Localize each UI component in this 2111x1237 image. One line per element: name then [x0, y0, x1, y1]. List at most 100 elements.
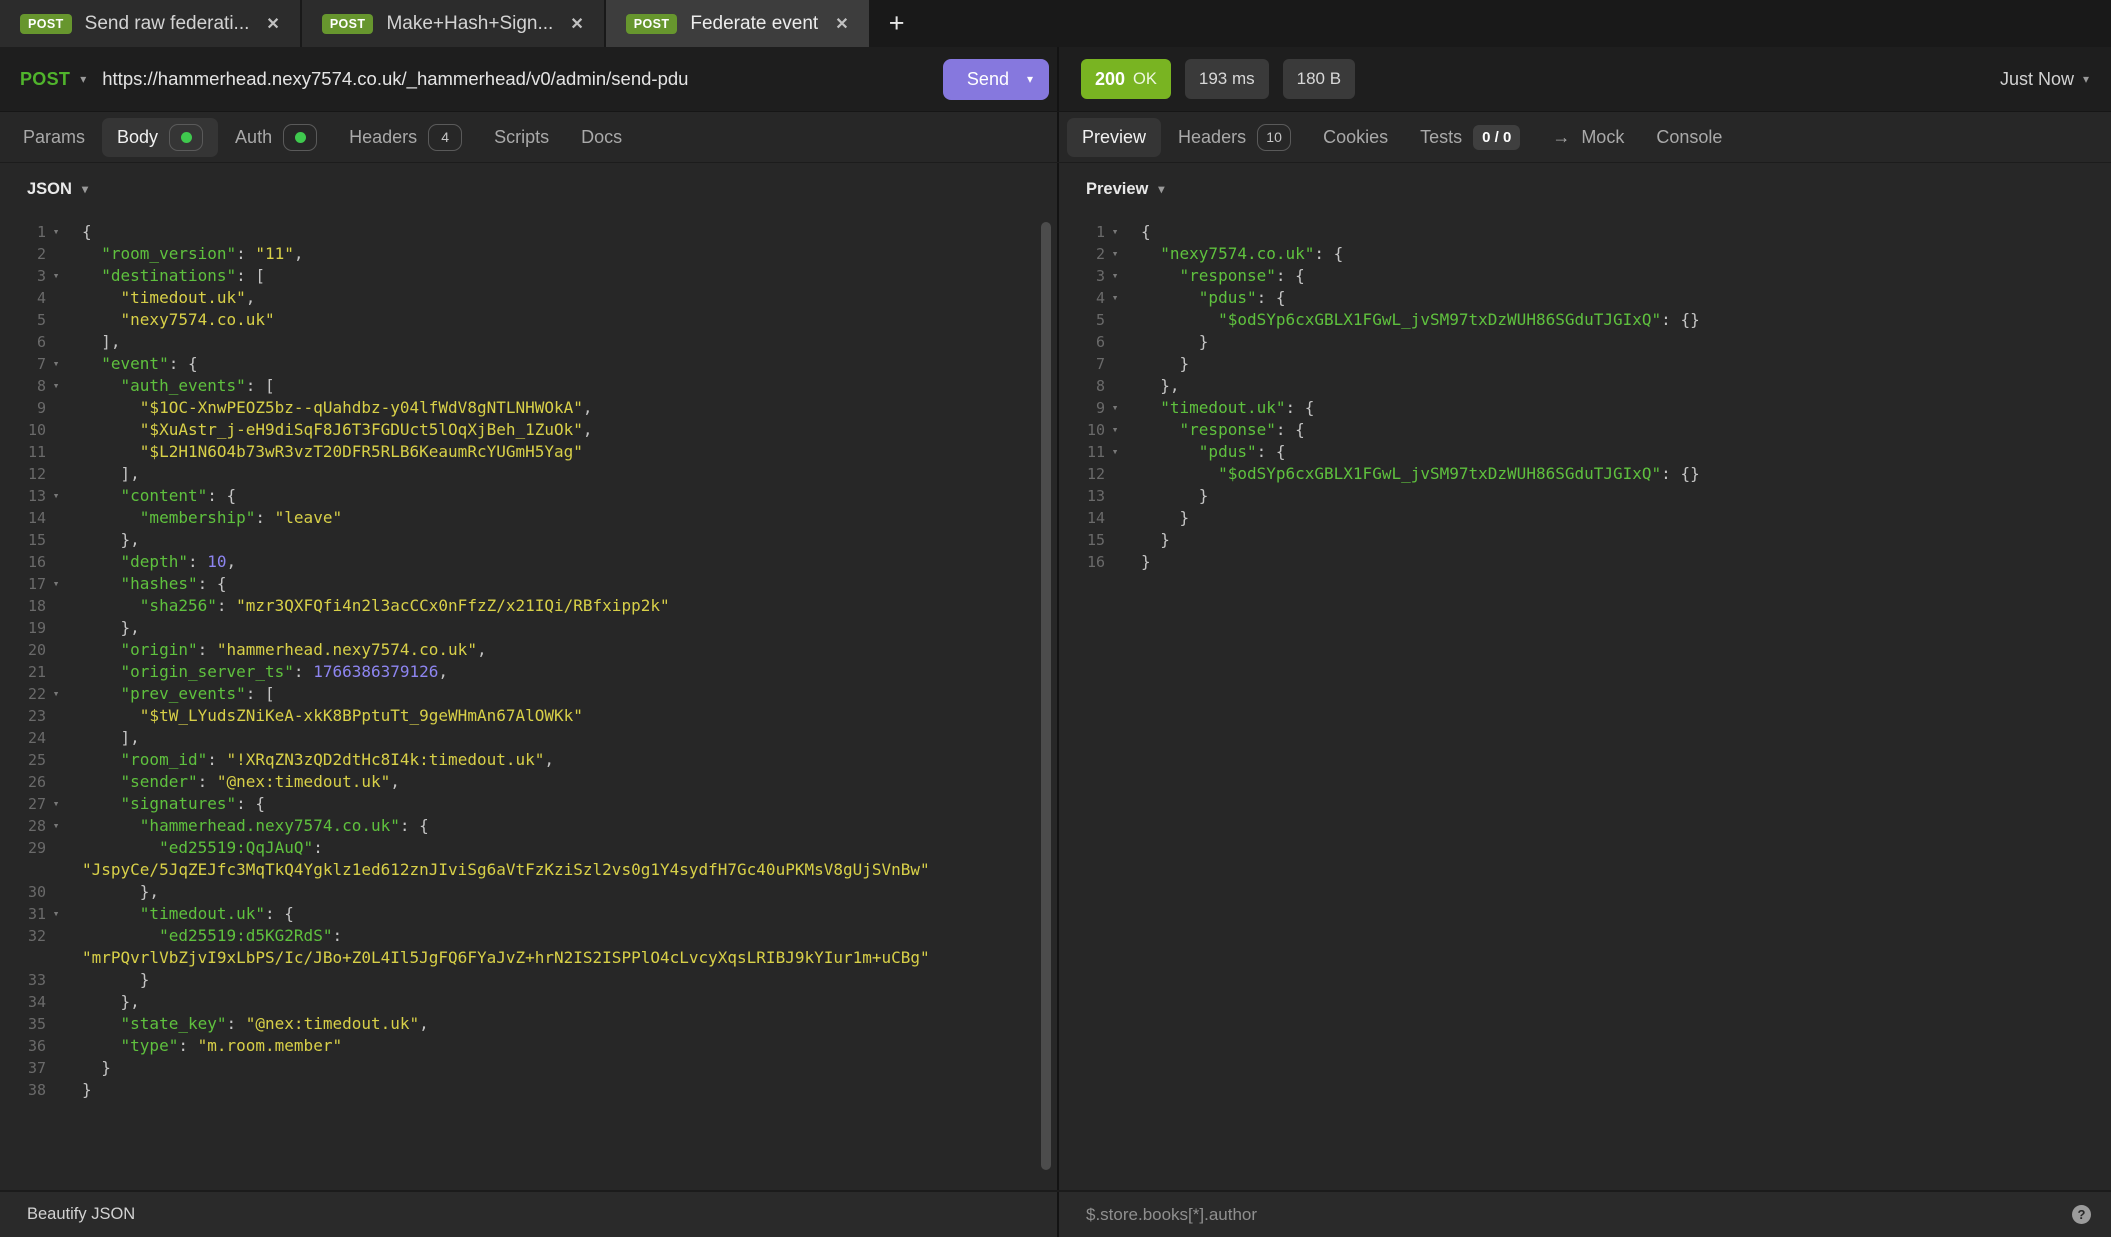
code-text: }: [1125, 529, 1170, 551]
code-line: 18 "sha256": "mzr3QXFQfi4n2l3acCCx0nFfzZ…: [0, 595, 1057, 617]
response-meta-bar: 200 OK 193 ms 180 B Just Now ▾: [1057, 47, 2111, 111]
fold-caret-icon[interactable]: ▾: [1105, 441, 1125, 463]
tab-cookies[interactable]: Cookies: [1308, 118, 1403, 157]
fold-caret-icon[interactable]: ▾: [1105, 287, 1125, 309]
code-line: 9▾ "timedout.uk": {: [1059, 397, 2111, 419]
code-text: "mrPQvrlVbZjvI9xLbPS/Ic/JBo+Z0L4Il5JgFQ6…: [66, 947, 930, 969]
green-dot-icon: [181, 132, 192, 143]
fold-caret-icon[interactable]: ▾: [46, 353, 66, 375]
preview-mode-select[interactable]: Preview ▾: [1086, 180, 1164, 199]
code-text: "type": "m.room.member": [66, 1035, 342, 1057]
response-preview-editor[interactable]: 1▾{2▾ "nexy7574.co.uk": {3▾ "response": …: [1057, 215, 2111, 1190]
code-line: 8▾ "auth_events": [: [0, 375, 1057, 397]
line-number: 3: [0, 265, 46, 287]
tab-docs[interactable]: Docs: [566, 118, 637, 157]
code-text: {: [66, 221, 92, 243]
fold-caret-icon[interactable]: ▾: [1105, 397, 1125, 419]
code-line: 9 "$1OC-XnwPEOZ5bz--qUahdbz-y04lfWdV8gNT…: [0, 397, 1057, 419]
line-number: 18: [0, 595, 46, 617]
fold-caret-icon[interactable]: ▾: [1105, 419, 1125, 441]
tab-scripts[interactable]: Scripts: [479, 118, 564, 157]
line-number: 11: [1059, 441, 1105, 463]
window-tab[interactable]: POSTSend raw federati...✕: [0, 0, 302, 47]
code-line: 19 },: [0, 617, 1057, 639]
code-line: 10 "$XuAstr_j-eH9diSqF8J6T3FGDUct5lOqXjB…: [0, 419, 1057, 441]
fold-caret-icon[interactable]: ▾: [46, 683, 66, 705]
tab-headers[interactable]: Headers4: [334, 118, 477, 157]
window-tab-strip: POSTSend raw federati...✕POSTMake+Hash+S…: [0, 0, 2111, 47]
code-text: "sender": "@nex:timedout.uk",: [66, 771, 400, 793]
code-text: "timedout.uk",: [66, 287, 255, 309]
method-select[interactable]: POST ▾: [20, 69, 86, 90]
window-tab[interactable]: POSTMake+Hash+Sign...✕: [302, 0, 606, 47]
code-line: 20 "origin": "hammerhead.nexy7574.co.uk"…: [0, 639, 1057, 661]
scrollbar[interactable]: [1041, 222, 1051, 1170]
code-text: "$L2H1N6O4b73wR3vzT20DFR5RLB6KeaumRcYUGm…: [66, 441, 583, 463]
fold-caret-icon[interactable]: ▾: [46, 793, 66, 815]
app-window: POSTSend raw federati...✕POSTMake+Hash+S…: [0, 0, 2111, 1237]
tab-body[interactable]: Body: [102, 118, 218, 157]
line-number: 11: [0, 441, 46, 463]
tab-auth[interactable]: Auth: [220, 118, 332, 157]
code-line: 12 ],: [0, 463, 1057, 485]
line-number: 16: [1059, 551, 1105, 573]
code-line: 3▾ "destinations": [: [0, 265, 1057, 287]
line-number: 33: [0, 969, 46, 991]
code-text: "room_id": "!XRqZN3zQD2dtHc8I4k:timedout…: [66, 749, 554, 771]
tab-preview[interactable]: Preview: [1067, 118, 1161, 157]
send-button[interactable]: Send ▾: [943, 59, 1049, 100]
code-line: 33 }: [0, 969, 1057, 991]
code-line: 15 },: [0, 529, 1057, 551]
fold-caret-icon[interactable]: ▾: [46, 815, 66, 837]
fold-caret-icon[interactable]: ▾: [1105, 243, 1125, 265]
code-text: }: [1125, 353, 1189, 375]
code-line: 4 "timedout.uk",: [0, 287, 1057, 309]
request-tab-bar: ParamsBodyAuthHeaders4ScriptsDocs: [0, 112, 1057, 162]
response-history-dropdown[interactable]: Just Now ▾: [2000, 69, 2089, 90]
tab-label: Cookies: [1323, 127, 1388, 148]
beautify-json-button[interactable]: Beautify JSON: [27, 1205, 135, 1224]
new-tab-button[interactable]: +: [871, 0, 923, 47]
code-text: }: [1125, 485, 1208, 507]
tab-mock[interactable]: →Mock: [1537, 118, 1639, 157]
body-type-select[interactable]: JSON ▾: [27, 180, 88, 199]
code-text: "content": {: [66, 485, 236, 507]
fold-caret-icon[interactable]: ▾: [46, 903, 66, 925]
tab-headers[interactable]: Headers10: [1163, 118, 1306, 157]
close-tab-icon[interactable]: ✕: [570, 14, 583, 34]
code-line: 35 "state_key": "@nex:timedout.uk",: [0, 1013, 1057, 1035]
code-text: "destinations": [: [66, 265, 265, 287]
chevron-down-icon: ▾: [80, 73, 86, 85]
line-number: 16: [0, 551, 46, 573]
window-tab[interactable]: POSTFederate event✕: [606, 0, 871, 47]
url-input[interactable]: https://hammerhead.nexy7574.co.uk/_hamme…: [102, 68, 688, 90]
code-text: "state_key": "@nex:timedout.uk",: [66, 1013, 429, 1035]
code-text: "pdus": {: [1125, 441, 1286, 463]
line-number: 4: [0, 287, 46, 309]
line-number: 14: [1059, 507, 1105, 529]
send-label: Send: [967, 69, 1009, 90]
fold-caret-icon[interactable]: ▾: [46, 375, 66, 397]
status-badge: 200 OK: [1081, 59, 1171, 99]
send-options-chevron-icon[interactable]: ▾: [1027, 73, 1033, 85]
tab-tests[interactable]: Tests0 / 0: [1405, 118, 1535, 157]
tab-params[interactable]: Params: [8, 118, 100, 157]
fold-caret-icon[interactable]: ▾: [46, 221, 66, 243]
line-number: 31: [0, 903, 46, 925]
code-line: 8 },: [1059, 375, 2111, 397]
code-line: 36 "type": "m.room.member": [0, 1035, 1057, 1057]
close-tab-icon[interactable]: ✕: [835, 14, 848, 34]
help-icon[interactable]: ?: [2072, 1205, 2091, 1224]
request-body-editor[interactable]: 1▾{2 "room_version": "11",3▾ "destinatio…: [0, 215, 1057, 1190]
fold-caret-icon[interactable]: ▾: [46, 485, 66, 507]
tab-console[interactable]: Console: [1641, 118, 1737, 157]
jsonpath-filter-input[interactable]: [1086, 1205, 2058, 1225]
fold-caret-icon[interactable]: ▾: [1105, 265, 1125, 287]
code-line: 28▾ "hammerhead.nexy7574.co.uk": {: [0, 815, 1057, 837]
line-number: 37: [0, 1057, 46, 1079]
fold-caret-icon[interactable]: ▾: [46, 265, 66, 287]
fold-caret-icon[interactable]: ▾: [46, 573, 66, 595]
tab-label: Mock: [1581, 127, 1624, 148]
close-tab-icon[interactable]: ✕: [266, 14, 279, 34]
fold-caret-icon[interactable]: ▾: [1105, 221, 1125, 243]
